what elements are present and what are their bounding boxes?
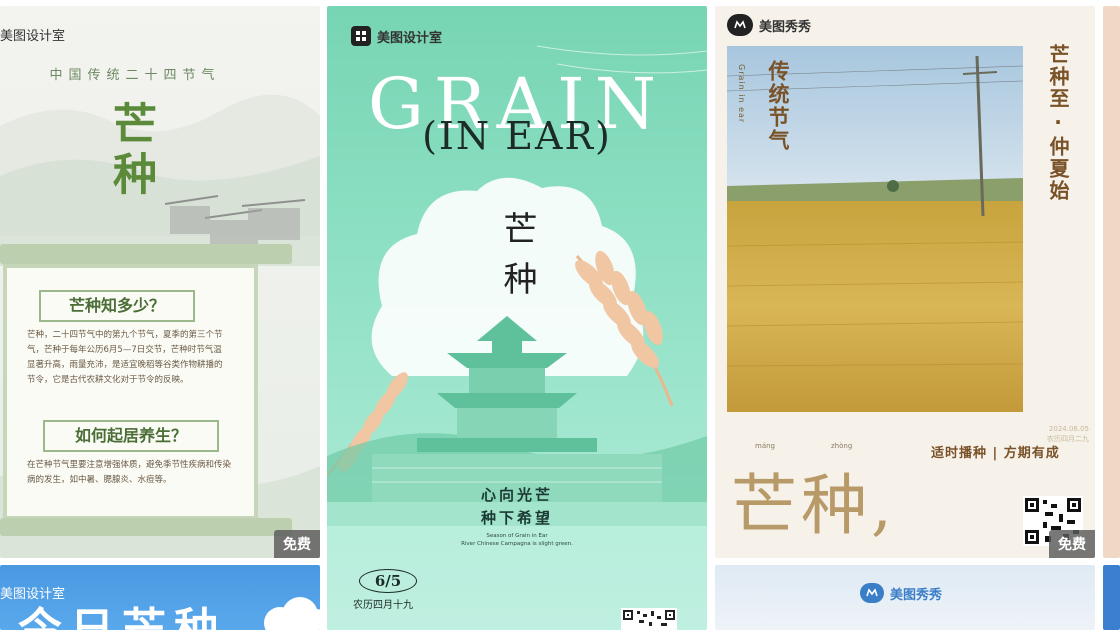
pinyin-zhong: zhòng [831, 442, 853, 450]
brand-text: 美图设计室 [0, 587, 66, 602]
section-title-knowledge: 芒种知多少？ [39, 290, 195, 322]
date-small: 2024.06.05 农历四月二九 [1047, 424, 1089, 444]
section-text-wellness: 在芒种节气里要注意增强体质，避免季节性疾病和传染病的发生，如中暑、腮腺炎、水痘等… [27, 460, 232, 485]
template-card-grain-in-ear[interactable]: 美图设计室 GRAIN (IN EAR) 芒种 心向光芒 种下希望 Season… [327, 6, 707, 630]
brand-label: 美图秀秀 [860, 583, 942, 603]
headline-in-ear: (IN EAR) [422, 114, 612, 158]
template-card-mangzhong-photo[interactable]: 美图秀秀 Grain in ear 传统节气 芒种至·仲夏始 2024.06.0… [715, 6, 1095, 558]
meitu-xiuxiu-logo-icon [860, 583, 884, 603]
english-caption-line-1: Season of Grain in Ear [486, 533, 548, 539]
date-small-line: 2024.06.05 [1048, 425, 1089, 433]
section-text-knowledge: 芒种，二十四节气中的第九个节气，夏季的第三个节气，芒种于每年公历6月5—7日交节… [27, 330, 223, 385]
brand-label: 美图设计室 [0, 583, 65, 602]
big-title: 芒种, [731, 467, 896, 544]
section-title-wellness: 如何起居养生？ [43, 420, 219, 452]
meitu-xiuxiu-logo-icon [727, 14, 753, 36]
free-badge: 免费 [1049, 530, 1095, 558]
meitu-design-logo-icon [351, 26, 371, 46]
slogan-line-1: 心向光芒 [480, 486, 553, 504]
template-card-mangzhong-knowledge[interactable]: 美图设计室 中国传统二十四节气 芒种 芒种知多少？ 芒种，二十四节气中的第九个节… [0, 6, 320, 558]
brand-text: 美图秀秀 [890, 587, 943, 603]
poster-title: 芒种 [105, 101, 156, 201]
scroll-top-rod [0, 244, 292, 264]
slogan-line-2: 种下希望 [480, 509, 553, 527]
english-caption: Season of Grain in Ear River Chinese Cam… [327, 532, 707, 548]
poster-title: 芒种 [497, 211, 537, 311]
solar-term-subtitle: 中国传统二十四节气 [49, 68, 221, 83]
vertical-title-right: 芒种至·仲夏始 [1046, 44, 1070, 202]
brand-label: 美图秀秀 [727, 14, 811, 36]
lunar-date: 农历四月十九 [353, 600, 413, 611]
cloud-decoration [264, 597, 320, 630]
vertical-title-left: 传统节气 [766, 60, 790, 152]
english-caption-line-2: River Chinese Campagna is slight green. [461, 541, 573, 547]
scroll-paper: 芒种知多少？ 芒种，二十四节气中的第九个节气，夏季的第三个节气，芒种于每年公历6… [3, 264, 258, 520]
template-card-meitu-blue[interactable]: 美图秀秀 [715, 565, 1095, 630]
template-card-partial-right-bottom[interactable] [1103, 565, 1120, 630]
brand-text: 美图秀秀 [759, 19, 812, 35]
slogan: 适时播种 | 方期有成 [931, 446, 1060, 461]
brand-label: 美图设计室 [0, 25, 65, 44]
scroll-bottom-rod [0, 518, 292, 536]
date-oval: 6/5 [359, 569, 417, 593]
brand-text: 美图设计室 [377, 30, 443, 46]
template-card-partial-right[interactable] [1103, 6, 1120, 558]
big-partial-title: 今日芒种 [18, 604, 226, 630]
qr-code [621, 608, 677, 630]
free-badge: 免费 [274, 530, 320, 558]
brand-label: 美图设计室 [351, 26, 442, 46]
english-vertical-label: Grain in ear [737, 64, 746, 124]
template-card-today-mangzhong[interactable]: 美图设计室 今日芒种 [0, 565, 320, 630]
brand-text: 美图设计室 [0, 29, 66, 44]
pinyin-mang: máng [755, 442, 775, 450]
